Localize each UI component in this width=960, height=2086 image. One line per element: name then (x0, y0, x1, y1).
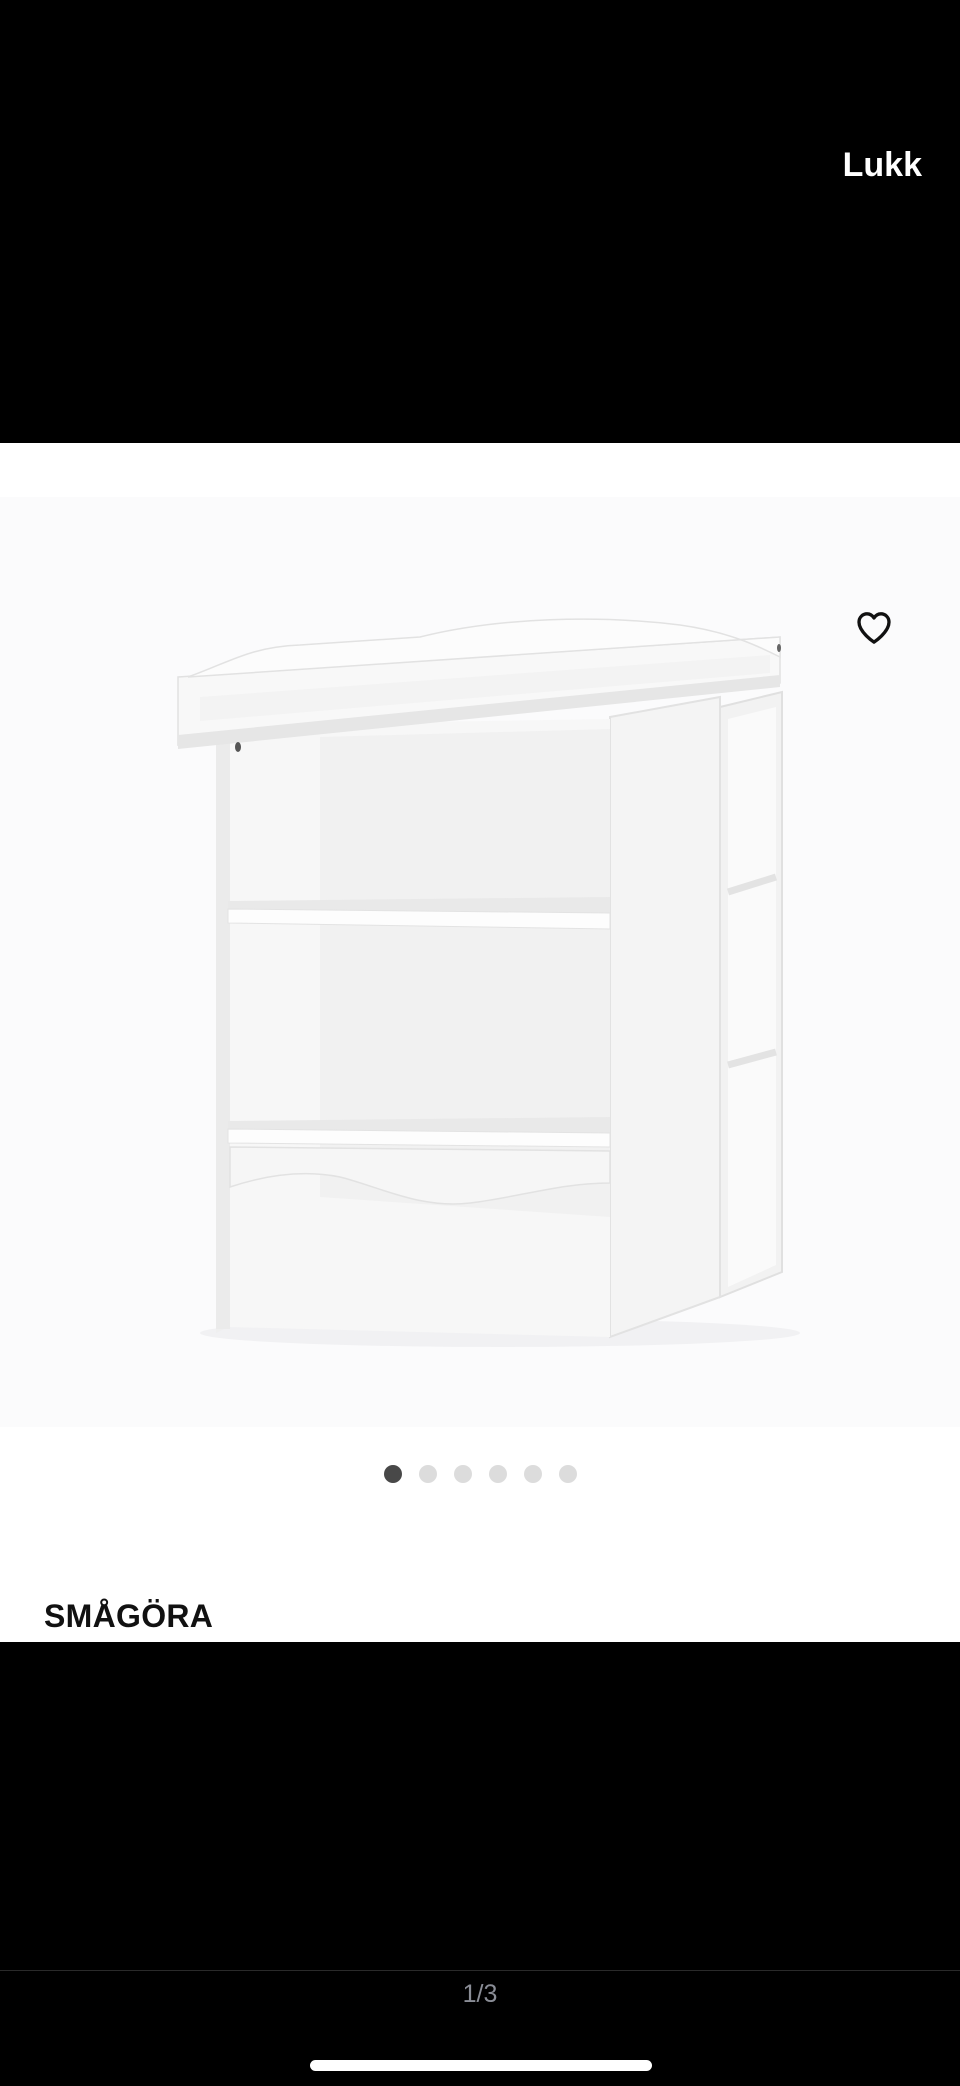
carousel-dot-4[interactable] (488, 1465, 507, 1483)
divider (0, 1970, 960, 1971)
product-name: SMÅGÖRA (44, 1598, 214, 1634)
favorite-button[interactable] (844, 598, 904, 658)
carousel-dot-1[interactable] (383, 1465, 402, 1483)
page-counter: 1/3 (462, 1980, 498, 2008)
carousel-dot-2[interactable] (418, 1465, 437, 1483)
product-image-area[interactable] (0, 497, 960, 1427)
heart-outline-icon (857, 612, 891, 644)
product-content: SMÅGÖRA (0, 443, 960, 1642)
close-button[interactable]: Lukk (843, 146, 922, 185)
top-bar: Lukk (0, 0, 960, 443)
product-image (177, 618, 800, 1347)
carousel-dot-6[interactable] (558, 1465, 577, 1483)
carousel-dot-5[interactable] (523, 1465, 542, 1483)
carousel-pagination (0, 1465, 960, 1485)
carousel-dot-3[interactable] (453, 1465, 472, 1483)
home-indicator[interactable] (310, 2060, 652, 2071)
bottom-area: 1/3 (0, 1642, 960, 2086)
